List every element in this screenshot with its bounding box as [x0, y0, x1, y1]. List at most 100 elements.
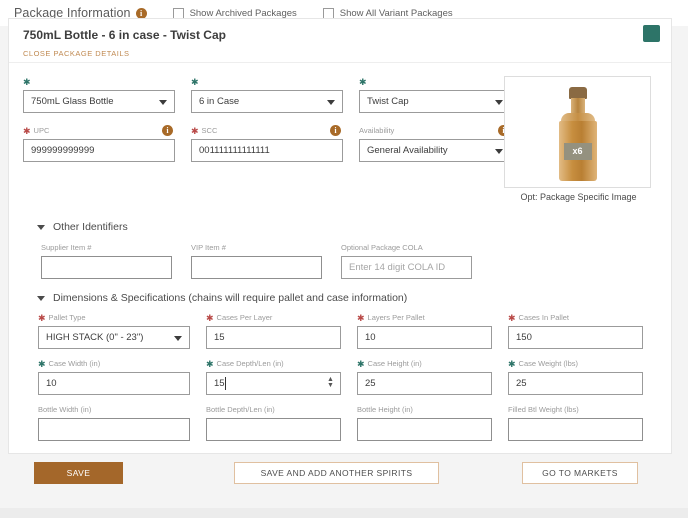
bottle-depth-input[interactable]: [206, 418, 341, 441]
case-width-field: ✱Case Width (in) 10: [38, 359, 190, 395]
bottle-width-input[interactable]: [38, 418, 190, 441]
bottle-depth-field: Bottle Depth/Len (in): [206, 405, 341, 441]
checkbox-square-archived[interactable]: [173, 8, 184, 19]
supplier-item-field: Supplier Item #: [41, 243, 172, 279]
vip-item-input[interactable]: [191, 256, 322, 279]
save-button[interactable]: SAVE: [34, 462, 123, 484]
closure-select[interactable]: Twist Cap: [359, 90, 511, 113]
checkbox-square-variant[interactable]: [323, 8, 334, 19]
package-information-page: Package Information i Show Archived Pack…: [0, 0, 688, 518]
package-details-card: 750mL Bottle - 6 in case - Twist Cap CLO…: [8, 18, 672, 454]
layers-per-pallet-field: ✱Layers Per Pallet 10: [357, 313, 492, 349]
dimensions-section: Dimensions & Specifications (chains will…: [37, 292, 667, 441]
case-weight-label: ✱Case Weight (lbs): [508, 359, 643, 369]
pack-select-field: ✱ 6 in Case: [191, 77, 343, 113]
number-stepper-case-depth[interactable]: ▲▼: [327, 377, 334, 390]
package-cola-input[interactable]: Enter 14 digit COLA ID: [341, 256, 472, 279]
dimensions-title: Dimensions & Specifications (chains will…: [53, 292, 407, 304]
show-all-variant-packages-checkbox[interactable]: Show All Variant Packages: [323, 8, 453, 19]
cases-per-layer-label: ✱Cases Per Layer: [206, 313, 341, 323]
package-cola-field: Optional Package COLA Enter 14 digit COL…: [341, 243, 472, 279]
scc-input[interactable]: 001111111111111: [191, 139, 343, 162]
close-package-details-link[interactable]: CLOSE PACKAGE DETAILS: [23, 49, 659, 58]
save-and-add-another-button[interactable]: SAVE AND ADD ANOTHER SPIRITS: [234, 462, 439, 484]
layers-per-pallet-label: ✱Layers Per Pallet: [357, 313, 492, 323]
upc-input[interactable]: 999999999999: [23, 139, 175, 162]
scc-info-icon[interactable]: i: [330, 125, 341, 136]
dimensions-row-1: ✱Pallet Type HIGH STACK (0" - 23") ✱Case…: [37, 313, 667, 349]
closure-label: ✱: [359, 77, 511, 87]
package-image-panel[interactable]: x6: [504, 76, 651, 188]
pallet-type-label: ✱Pallet Type: [38, 313, 190, 323]
dimensions-row-2: ✱Case Width (in) 10 ✱Case Depth/Len (in)…: [37, 359, 667, 395]
chevron-down-icon-closure[interactable]: [495, 100, 503, 105]
availability-label: Availability: [359, 126, 511, 136]
package-name: 750mL Bottle - 6 in case - Twist Cap: [23, 28, 659, 42]
caret-down-icon-dimensions[interactable]: [37, 296, 45, 301]
bottom-strip: [0, 508, 688, 518]
other-identifiers-section: Other Identifiers Supplier Item # VIP It…: [37, 221, 667, 279]
case-depth-field: ✱Case Depth/Len (in) 15 ▲▼: [206, 359, 341, 395]
case-height-input[interactable]: 25: [357, 372, 492, 395]
pack-label: ✱: [191, 77, 343, 87]
cases-in-pallet-label: ✱Cases In Pallet: [508, 313, 643, 323]
chevron-down-icon-pack[interactable]: [327, 100, 335, 105]
cases-in-pallet-input[interactable]: 150: [508, 326, 643, 349]
container-select-field: ✱ 750mL Glass Bottle: [23, 77, 175, 113]
package-image-caption: Opt: Package Specific Image: [506, 192, 651, 202]
go-to-markets-button[interactable]: GO TO MARKETS: [522, 462, 638, 484]
package-status-badge[interactable]: [643, 25, 660, 42]
upc-label: ✱UPC: [23, 126, 175, 136]
show-all-variant-packages-label: Show All Variant Packages: [340, 8, 453, 19]
container-label: ✱: [23, 77, 175, 87]
bottle-height-input[interactable]: [357, 418, 492, 441]
cases-in-pallet-field: ✱Cases In Pallet 150: [508, 313, 643, 349]
case-height-label: ✱Case Height (in): [357, 359, 492, 369]
bottle-image: x6: [555, 87, 601, 183]
chevron-down-icon-availability[interactable]: [495, 149, 503, 154]
availability-field: Availability General Availability i: [359, 126, 511, 162]
pack-count-badge: x6: [564, 143, 592, 160]
closure-select-field: ✱ Twist Cap: [359, 77, 511, 113]
pack-select[interactable]: 6 in Case: [191, 90, 343, 113]
vip-item-field: VIP Item #: [191, 243, 322, 279]
container-select[interactable]: 750mL Glass Bottle: [23, 90, 175, 113]
bottle-height-field: Bottle Height (in): [357, 405, 492, 441]
upc-field: ✱UPC 999999999999 i: [23, 126, 175, 162]
chevron-down-icon-container[interactable]: [159, 100, 167, 105]
filled-bottle-weight-label: Filled Btl Weight (lbs): [508, 405, 643, 415]
scc-label: ✱SCC: [191, 126, 343, 136]
case-depth-input[interactable]: 15: [206, 372, 341, 395]
vip-item-label: VIP Item #: [191, 243, 322, 253]
case-weight-input[interactable]: 25: [508, 372, 643, 395]
package-card-header: 750mL Bottle - 6 in case - Twist Cap CLO…: [9, 19, 671, 63]
case-width-label: ✱Case Width (in): [38, 359, 190, 369]
availability-select[interactable]: General Availability: [359, 139, 511, 162]
dimensions-header[interactable]: Dimensions & Specifications (chains will…: [37, 292, 667, 304]
other-identifiers-row: Supplier Item # VIP Item # Optional Pack…: [37, 243, 667, 279]
bottle-width-label: Bottle Width (in): [38, 405, 190, 415]
bottle-height-label: Bottle Height (in): [357, 405, 492, 415]
upc-info-icon[interactable]: i: [162, 125, 173, 136]
page-title-info-icon[interactable]: i: [136, 8, 147, 19]
filled-bottle-weight-input[interactable]: [508, 418, 643, 441]
supplier-item-input[interactable]: [41, 256, 172, 279]
caret-down-icon-other-identifiers[interactable]: [37, 225, 45, 230]
scc-field: ✱SCC 001111111111111 i: [191, 126, 343, 162]
case-depth-label: ✱Case Depth/Len (in): [206, 359, 341, 369]
show-archived-packages-label: Show Archived Packages: [190, 8, 297, 19]
case-weight-field: ✱Case Weight (lbs) 25: [508, 359, 643, 395]
bottle-depth-label: Bottle Depth/Len (in): [206, 405, 341, 415]
other-identifiers-title: Other Identifiers: [53, 221, 128, 233]
pallet-type-field: ✱Pallet Type HIGH STACK (0" - 23"): [38, 313, 190, 349]
other-identifiers-header[interactable]: Other Identifiers: [37, 221, 667, 233]
bottle-width-field: Bottle Width (in): [38, 405, 190, 441]
show-archived-packages-checkbox[interactable]: Show Archived Packages: [173, 8, 297, 19]
pallet-type-select[interactable]: HIGH STACK (0" - 23"): [38, 326, 190, 349]
package-cola-label: Optional Package COLA: [341, 243, 472, 253]
chevron-down-icon-pallet-type[interactable]: [174, 336, 182, 341]
case-width-input[interactable]: 10: [38, 372, 190, 395]
layers-per-pallet-input[interactable]: 10: [357, 326, 492, 349]
filled-bottle-weight-field: Filled Btl Weight (lbs): [508, 405, 643, 441]
cases-per-layer-input[interactable]: 15: [206, 326, 341, 349]
